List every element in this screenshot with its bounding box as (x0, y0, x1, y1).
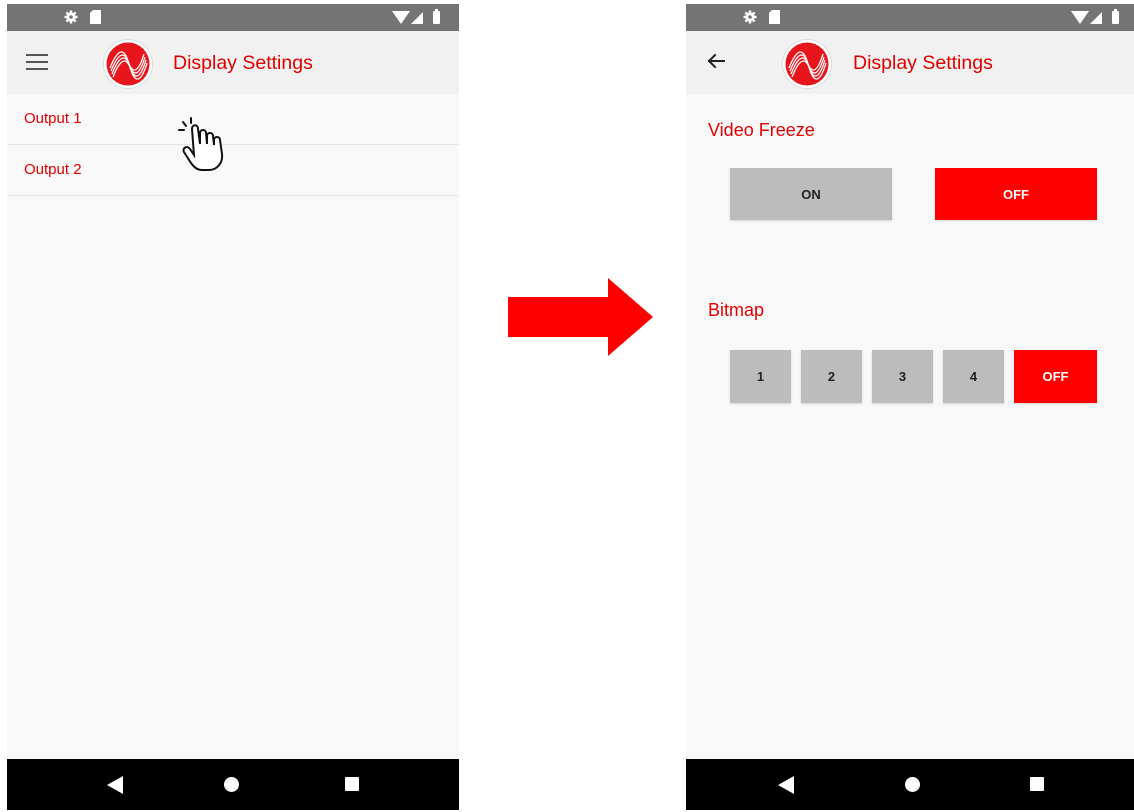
list-item-label: Output 1 (24, 110, 82, 127)
hand-tap-icon (178, 117, 224, 171)
app-title: Display Settings (853, 52, 993, 74)
signal-icon (411, 12, 423, 24)
battery-icon (433, 9, 440, 24)
back-triangle-icon[interactable] (107, 776, 123, 794)
recents-square-icon[interactable] (345, 777, 359, 791)
system-nav-bar (686, 759, 1134, 810)
bitmap-4-button[interactable]: 4 (943, 350, 1004, 403)
wifi-icon (1071, 11, 1089, 24)
status-bar (686, 4, 1134, 31)
back-triangle-icon[interactable] (778, 776, 794, 794)
bitmap-2-button[interactable]: 2 (801, 350, 862, 403)
list-item-label: Output 2 (24, 161, 82, 178)
signal-icon (1090, 12, 1102, 24)
recents-square-icon[interactable] (1030, 777, 1044, 791)
brand-logo (103, 39, 153, 89)
status-bar (7, 4, 459, 31)
video-freeze-off-button[interactable]: OFF (935, 168, 1097, 220)
bitmap-1-button[interactable]: 1 (730, 350, 791, 403)
home-circle-icon[interactable] (224, 777, 239, 792)
back-arrow-icon[interactable] (707, 53, 725, 69)
right-arrow-icon (508, 278, 653, 356)
app-bar: Display Settings (7, 31, 459, 94)
battery-icon (1112, 9, 1119, 24)
video-freeze-title: Video Freeze (708, 120, 815, 140)
home-circle-icon[interactable] (905, 777, 920, 792)
bitmap-off-button[interactable]: OFF (1014, 350, 1097, 403)
app-title: Display Settings (173, 52, 313, 74)
app-bar: Display Settings (686, 31, 1134, 94)
brand-logo (782, 39, 832, 89)
bitmap-3-button[interactable]: 3 (872, 350, 933, 403)
gear-icon (64, 10, 78, 24)
bitmap-title: Bitmap (708, 300, 765, 320)
gear-icon (743, 10, 757, 24)
video-freeze-on-button[interactable]: ON (730, 168, 892, 220)
wifi-icon (392, 11, 410, 24)
phone-screen-right: Display Settings Video Freeze ON OFF Bit… (686, 4, 1134, 810)
hamburger-menu-icon[interactable] (26, 53, 48, 71)
system-nav-bar (7, 759, 459, 810)
sd-card-icon (90, 10, 101, 24)
sd-card-icon (769, 10, 780, 24)
